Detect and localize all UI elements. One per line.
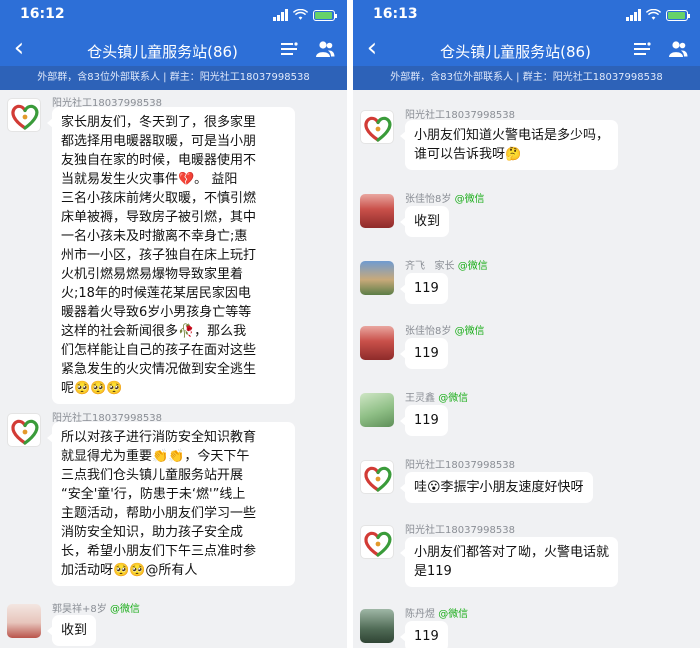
- status-bar: 16:12: [0, 0, 347, 32]
- wechat-tag: @微信: [438, 609, 469, 620]
- wifi-icon: [293, 9, 308, 20]
- avatar[interactable]: [7, 604, 41, 638]
- heart-logo-icon: [364, 466, 392, 492]
- wechat-tag: @微信: [457, 261, 488, 272]
- message-bubble[interactable]: 所以对孩子进行消防安全知识教育 就显得尤为重要👏👏，今天下午 三点我们仓头镇儿童…: [47, 422, 295, 586]
- sender-name: 阳光社工18037998538: [405, 525, 515, 536]
- back-button[interactable]: ‹: [8, 33, 30, 63]
- message-text: 收到: [414, 214, 441, 229]
- wifi-icon: [646, 9, 661, 20]
- signal-icon: [273, 9, 288, 21]
- message-text: 119: [414, 629, 439, 644]
- sender-name-text: 张佳怡8岁: [405, 326, 452, 337]
- sender-name: 王灵鑫 @微信: [405, 389, 468, 404]
- message-text: 119: [414, 281, 439, 296]
- chat-title: 仓头镇儿童服务站(86): [87, 43, 238, 61]
- status-icons: [626, 8, 690, 22]
- message-text: 小朋友们都答对了呦，火警电话就 是119: [414, 545, 610, 579]
- sender-name-text: 张佳怡8岁: [405, 194, 452, 205]
- message-bubble[interactable]: 119: [400, 338, 448, 369]
- chat-window-right: 16:13 ‹ 仓头镇儿童服务站(86) 外部群，含83位外部联系人 | 群主：…: [353, 0, 700, 648]
- sender-name: 张佳怡8岁 @微信: [405, 322, 485, 337]
- group-info-bar: 外部群，含83位外部联系人 | 群主：阳光社工18037998538: [0, 66, 347, 90]
- message-text: 小朋友们知道火警电话是多少吗， 谁可以告诉我呀🤔: [414, 128, 610, 162]
- group-notice-icon[interactable]: [279, 40, 299, 58]
- message-bubble[interactable]: 119: [400, 273, 448, 304]
- back-button[interactable]: ‹: [361, 33, 383, 63]
- battery-icon: [666, 9, 690, 21]
- group-members-icon[interactable]: [668, 40, 688, 58]
- avatar[interactable]: [360, 110, 394, 144]
- sender-name: 张佳怡8岁 @微信: [405, 190, 485, 205]
- message-bubble[interactable]: 119: [400, 405, 448, 436]
- message-text: 所以对孩子进行消防安全知识教育 就显得尤为重要👏👏，今天下午 三点我们仓头镇儿童…: [61, 430, 257, 578]
- avatar[interactable]: [360, 525, 394, 559]
- wechat-tag: @微信: [109, 604, 140, 615]
- sender-name: 陈丹煜 @微信: [405, 605, 468, 620]
- nav-bar: ‹ 仓头镇儿童服务站(86): [353, 32, 700, 66]
- wechat-tag: @微信: [438, 393, 469, 404]
- heart-logo-icon: [11, 419, 39, 445]
- avatar[interactable]: [360, 326, 394, 360]
- message-text: 家长朋友们，冬天到了，很多家里 都选择用电暖器取暖，可是当小朋 友独自在家的时候…: [61, 115, 257, 396]
- heart-logo-icon: [11, 104, 39, 130]
- heart-logo-icon: [364, 531, 392, 557]
- message-bubble[interactable]: 小朋友们都答对了呦，火警电话就 是119: [399, 537, 619, 587]
- status-icons: [273, 8, 337, 22]
- sender-name-text: 郭昊祥+8岁: [52, 604, 107, 615]
- sender-name-text: 齐飞 家长: [405, 261, 455, 272]
- group-members-icon[interactable]: [315, 40, 335, 58]
- message-bubble[interactable]: 哇😮李振宇小朋友速度好快呀: [400, 472, 593, 503]
- status-bar: 16:13: [353, 0, 700, 32]
- wechat-tag: @微信: [454, 326, 485, 337]
- sender-name: 阳光社工18037998538: [405, 110, 515, 121]
- group-info-bar: 外部群，含83位外部联系人 | 群主：阳光社工18037998538: [353, 66, 700, 90]
- avatar[interactable]: [7, 413, 41, 447]
- message-bubble[interactable]: 收到: [399, 206, 450, 237]
- battery-icon: [313, 9, 337, 21]
- status-time: 16:12: [20, 6, 65, 22]
- message-bubble[interactable]: 家长朋友们，冬天到了，很多家里 都选择用电暖器取暖，可是当小朋 友独自在家的时候…: [47, 107, 295, 404]
- avatar[interactable]: [360, 460, 394, 494]
- avatar[interactable]: [360, 609, 394, 643]
- message-text: 哇😮李振宇小朋友速度好快呀: [414, 480, 584, 495]
- sender-name: 郭昊祥+8岁 @微信: [52, 600, 140, 615]
- chat-window-left: 16:12 ‹ 仓头镇儿童服务站(86) 外部群，含83位外部联系人 | 群主：…: [0, 0, 347, 648]
- sender-name: 阳光社工18037998538: [405, 460, 515, 471]
- avatar[interactable]: [360, 194, 394, 228]
- signal-icon: [626, 9, 641, 21]
- chat-title: 仓头镇儿童服务站(86): [440, 43, 591, 61]
- avatar[interactable]: [7, 98, 41, 132]
- message-text: 119: [414, 346, 439, 361]
- message-text: 收到: [61, 623, 88, 638]
- sender-name-text: 陈丹煜: [405, 609, 435, 620]
- avatar[interactable]: [360, 261, 394, 295]
- message-bubble[interactable]: 小朋友们知道火警电话是多少吗， 谁可以告诉我呀🤔: [399, 120, 619, 170]
- sender-name: 齐飞 家长 @微信: [405, 257, 488, 272]
- nav-bar: ‹ 仓头镇儿童服务站(86): [0, 32, 347, 66]
- message-bubble[interactable]: 收到: [46, 615, 97, 646]
- group-notice-icon[interactable]: [632, 40, 652, 58]
- sender-name-text: 王灵鑫: [405, 393, 435, 404]
- message-text: 119: [414, 413, 439, 428]
- avatar[interactable]: [360, 393, 394, 427]
- status-time: 16:13: [373, 6, 418, 22]
- message-bubble[interactable]: 119: [400, 621, 448, 648]
- heart-logo-icon: [364, 116, 392, 142]
- wechat-tag: @微信: [454, 194, 485, 205]
